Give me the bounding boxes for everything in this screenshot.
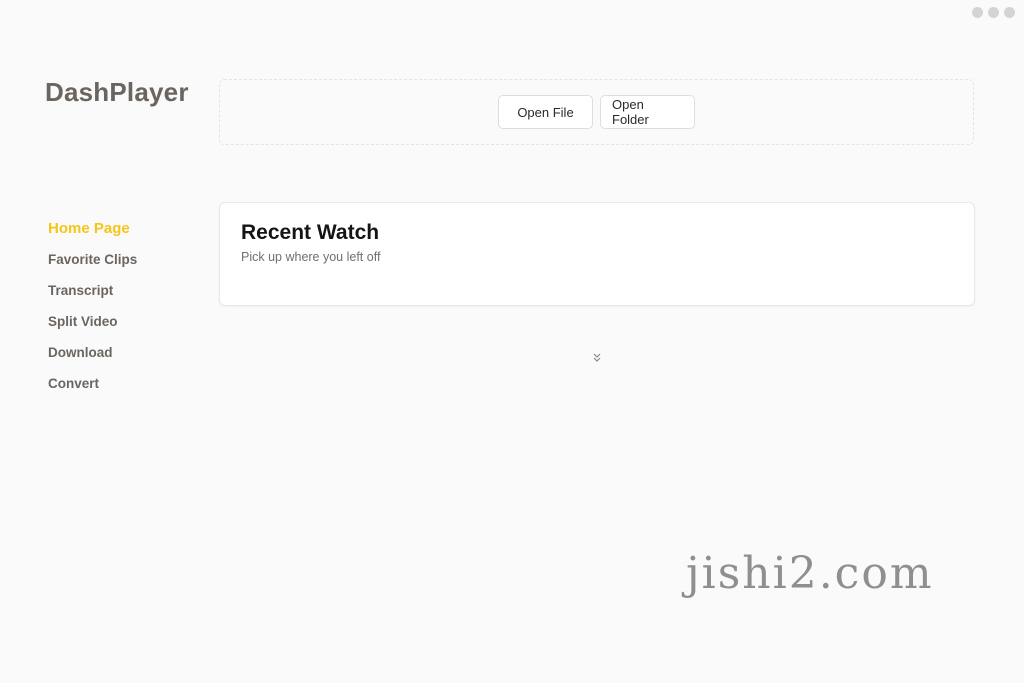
window-dot-icon[interactable] [988,7,999,18]
sidebar-item-convert[interactable]: Convert [48,373,198,404]
recent-watch-subtitle: Pick up where you left off [241,250,381,264]
app-window: DashPlayer Home Page Favorite Clips Tran… [0,0,1024,683]
sidebar-item-split-video[interactable]: Split Video [48,311,198,342]
open-dropzone[interactable]: Open File Open Folder [219,79,974,145]
recent-watch-card: Recent Watch Pick up where you left off [219,202,975,306]
sidebar-item-home-page[interactable]: Home Page [48,218,198,249]
sidebar-item-favorite-clips[interactable]: Favorite Clips [48,249,198,280]
double-chevron-down-icon[interactable] [590,350,604,364]
window-controls [972,7,1015,18]
sidebar-item-transcript[interactable]: Transcript [48,280,198,311]
sidebar-item-download[interactable]: Download [48,342,198,373]
open-folder-button[interactable]: Open Folder [600,95,695,129]
watermark-text: jishi2.com [686,548,934,599]
window-dot-icon[interactable] [1004,7,1015,18]
open-file-button[interactable]: Open File [498,95,593,129]
app-logo-title: DashPlayer [45,77,189,107]
sidebar-nav: Home Page Favorite Clips Transcript Spli… [48,218,198,404]
recent-watch-title: Recent Watch [241,221,380,244]
window-dot-icon[interactable] [972,7,983,18]
